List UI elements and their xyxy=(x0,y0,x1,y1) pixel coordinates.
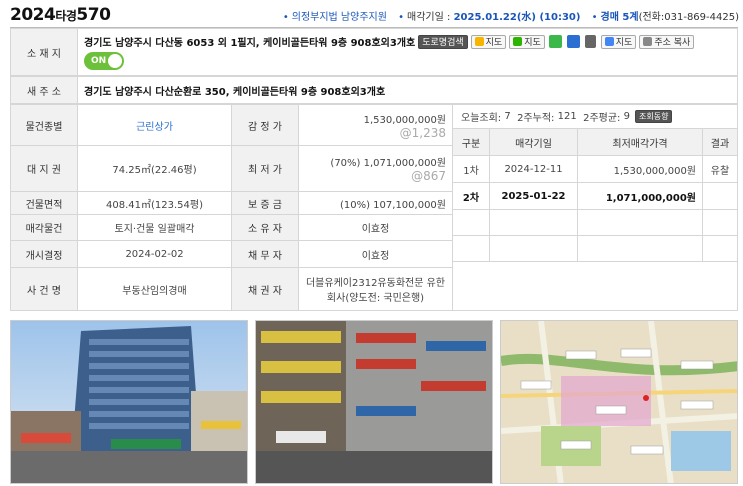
view-stats: 오늘조회: 7 2주누적: 121 2주평균: 9 조회동향 xyxy=(452,104,738,129)
history-row-2-result xyxy=(702,182,738,210)
view-trend-button[interactable]: 조회동향 xyxy=(634,110,673,123)
owner-value: 이효정 xyxy=(298,214,453,241)
history-row-1-round: 1차 xyxy=(452,155,490,183)
start-decision-value: 2024-02-02 xyxy=(77,240,232,268)
new-address-label: 새 주 소 xyxy=(10,76,78,104)
building-area-value: 408.41㎡(123.54평) xyxy=(77,191,232,215)
address-value: 경기도 남양주시 다산동 6053 외 1필지, 케이비골든타워 9층 908호… xyxy=(84,38,416,49)
chart-icon[interactable] xyxy=(566,35,580,48)
sale-object-label: 매각물건 xyxy=(10,214,78,241)
green-house-icon[interactable] xyxy=(548,35,562,48)
land-label: 대 지 권 xyxy=(10,145,78,192)
deposit-value: (10%) 107,100,000원 xyxy=(298,191,453,215)
address-cell: 경기도 남양주시 다산동 6053 외 1필지, 케이비골든타워 9층 908호… xyxy=(77,28,738,76)
type-label: 물건종별 xyxy=(10,104,78,146)
min-price-label: 최 저 가 xyxy=(231,145,299,192)
history-header-price: 최저매각가격 xyxy=(577,128,703,156)
history-row-2-date: 2025-01-22 xyxy=(489,182,578,210)
case-name-label: 사 건 명 xyxy=(10,267,78,311)
creditor-value-line1: 더블유케이2312유동화전문 유한 xyxy=(305,278,446,289)
daum-map-button[interactable]: 지도 xyxy=(470,34,507,49)
history-empty-cell xyxy=(577,209,703,236)
court-name[interactable]: 의정부지법 남양주지원 xyxy=(292,12,387,23)
case-number: 2024타경570 xyxy=(10,5,111,25)
history-empty-cell xyxy=(489,209,578,236)
sale-date: 2025.01.22(水) (10:30) xyxy=(453,12,581,23)
building-area-label: 건물면적 xyxy=(10,191,78,215)
appraisal-label: 감 정 가 xyxy=(231,104,299,146)
department: 경매 5계 xyxy=(600,12,639,23)
naver-icon xyxy=(513,37,523,46)
type-value[interactable]: 근린상가 xyxy=(77,104,232,146)
history-empty-cell xyxy=(702,209,738,236)
address-label: 소 재 지 xyxy=(10,28,78,76)
min-price-per-area: @867 xyxy=(411,169,446,183)
building-photo-1[interactable] xyxy=(10,320,248,484)
history-empty-cell xyxy=(452,209,490,236)
history-empty-cell xyxy=(452,235,490,262)
debtor-value: 이효정 xyxy=(298,240,453,268)
map-toggle[interactable]: ON xyxy=(84,52,124,70)
building-photo-2[interactable] xyxy=(255,320,493,484)
creditor-label: 채 권 자 xyxy=(231,267,299,311)
min-price-value: (70%) 1,071,000,000원 xyxy=(330,158,446,169)
history-row-1-price: 1,530,000,000원 xyxy=(577,155,703,183)
road-name-search-button[interactable]: 도로명검색 xyxy=(418,34,468,49)
toggle-knob xyxy=(108,54,122,68)
case-name-value: 부동산임의경매 xyxy=(77,267,232,311)
calculator-icon[interactable] xyxy=(584,35,596,48)
two-week-average: 9 xyxy=(623,111,630,122)
history-header-result: 결과 xyxy=(702,128,738,156)
history-empty-cell xyxy=(577,235,703,262)
sale-object-value: 토지·건물 일괄매각 xyxy=(77,214,232,241)
deposit-label: 보 증 금 xyxy=(231,191,299,215)
history-row-2-round: 2차 xyxy=(452,182,490,210)
history-header-round: 구분 xyxy=(452,128,490,156)
case-header: 2024타경570 • 의정부지법 남양주지원 • 매각기일 : 2025.01.2… xyxy=(0,0,743,30)
history-empty-cell xyxy=(489,235,578,262)
court-info: • 의정부지법 남양주지원 • 매각기일 : 2025.01.22(水) (10:3… xyxy=(282,12,739,23)
two-week-views: 121 xyxy=(557,111,577,122)
start-decision-label: 개시결정 xyxy=(10,240,78,268)
copy-address-button[interactable]: 주소 복사 xyxy=(639,34,695,49)
google-icon xyxy=(604,37,614,46)
copy-icon xyxy=(643,37,653,46)
daum-icon xyxy=(474,37,484,46)
history-header-date: 매각기일 xyxy=(489,128,578,156)
history-row-2-price: 1,071,000,000원 xyxy=(577,182,703,210)
appraisal-per-area: @1,238 xyxy=(399,125,446,140)
new-address-value: 경기도 남양주시 다산순환로 350, 케이비골든타워 9층 908호외3개호 xyxy=(77,76,738,104)
naver-map-button[interactable]: 지도 xyxy=(509,34,545,49)
history-empty-cell xyxy=(702,235,738,262)
google-map-button[interactable]: 지도 xyxy=(600,34,637,49)
debtor-label: 채 무 자 xyxy=(231,240,299,268)
today-views: 7 xyxy=(504,111,511,122)
history-blank-area xyxy=(452,261,738,311)
history-row-1-result: 유찰 xyxy=(702,155,738,183)
creditor-cell: 더블유케이2312유동화전문 유한 회사(양도전: 국민은행) xyxy=(298,267,453,311)
creditor-value-line2: 회사(양도전: 국민은행) xyxy=(326,293,425,304)
appraisal-value: 1,530,000,000원 xyxy=(363,114,446,126)
appraisal-cell: 1,530,000,000원 @1,238 xyxy=(298,104,453,146)
owner-label: 소 유 자 xyxy=(231,214,299,241)
location-map[interactable] xyxy=(500,320,738,484)
land-value: 74.25㎡(22.46평) xyxy=(77,145,232,192)
phone: (전화:031-869-4425) xyxy=(638,12,739,23)
min-price-cell: (70%) 1,071,000,000원 @867 xyxy=(298,145,453,192)
history-row-1-date: 2024-12-11 xyxy=(489,155,578,183)
